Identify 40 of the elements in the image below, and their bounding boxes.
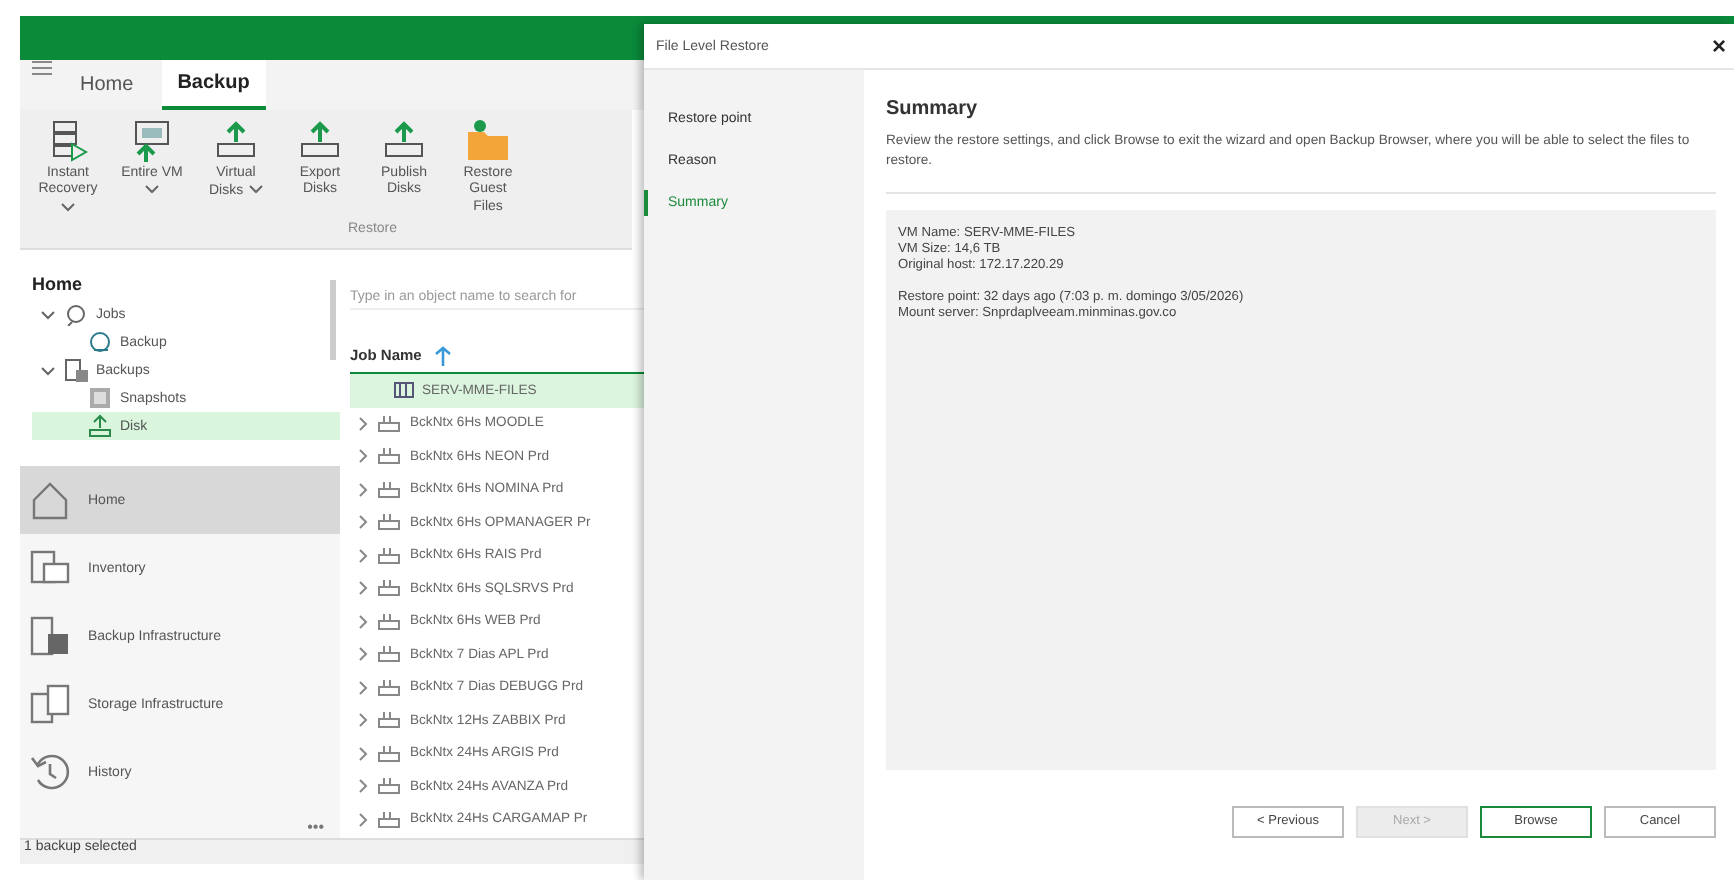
close-button[interactable]: ×: [1711, 32, 1726, 60]
job-icon: [378, 580, 402, 597]
sort-up-icon[interactable]: [433, 345, 452, 365]
tree-title: Home: [32, 274, 85, 294]
job-icon: [378, 448, 402, 465]
home-icon: [28, 478, 72, 522]
ribbon-tab[interactable]: Home: [64, 60, 150, 110]
job-icon: [378, 415, 402, 432]
chevron-down-icon[interactable]: [40, 308, 56, 320]
chevron-down-icon: [144, 182, 160, 195]
image-icon: [88, 386, 112, 410]
disk-arrow-icon: [296, 118, 344, 162]
page-heading: Summary: [886, 98, 980, 120]
job-icon: [378, 613, 402, 630]
job-icon: [378, 547, 402, 564]
job-icon: [378, 679, 402, 696]
storage-icon: [28, 682, 72, 726]
job-icon: [378, 811, 402, 828]
circle-icon: [88, 330, 112, 354]
server-icon: [28, 614, 72, 658]
job-icon: [378, 514, 402, 531]
job-icon: [378, 745, 402, 762]
disk-arrow-icon: [380, 118, 428, 162]
chevron-down-icon[interactable]: [40, 364, 56, 376]
menu-icon[interactable]: [32, 60, 52, 76]
disk-icon: [88, 414, 112, 438]
history-icon: [28, 750, 72, 794]
job-icon: [378, 778, 402, 795]
more-button[interactable]: •••: [307, 818, 324, 836]
folder-icon: [464, 118, 512, 162]
scrollbar[interactable]: [330, 280, 336, 360]
chevron-down-icon: [60, 199, 76, 212]
job-icon: [378, 712, 402, 729]
chevron-down-icon: [247, 182, 264, 195]
vm-icon: [394, 382, 414, 399]
ribbon-tab[interactable]: Backup: [161, 60, 266, 110]
job-icon: [378, 646, 402, 663]
stack-icon: [64, 358, 88, 382]
disk-arrow-icon: [212, 118, 260, 162]
job-icon: [378, 481, 402, 498]
